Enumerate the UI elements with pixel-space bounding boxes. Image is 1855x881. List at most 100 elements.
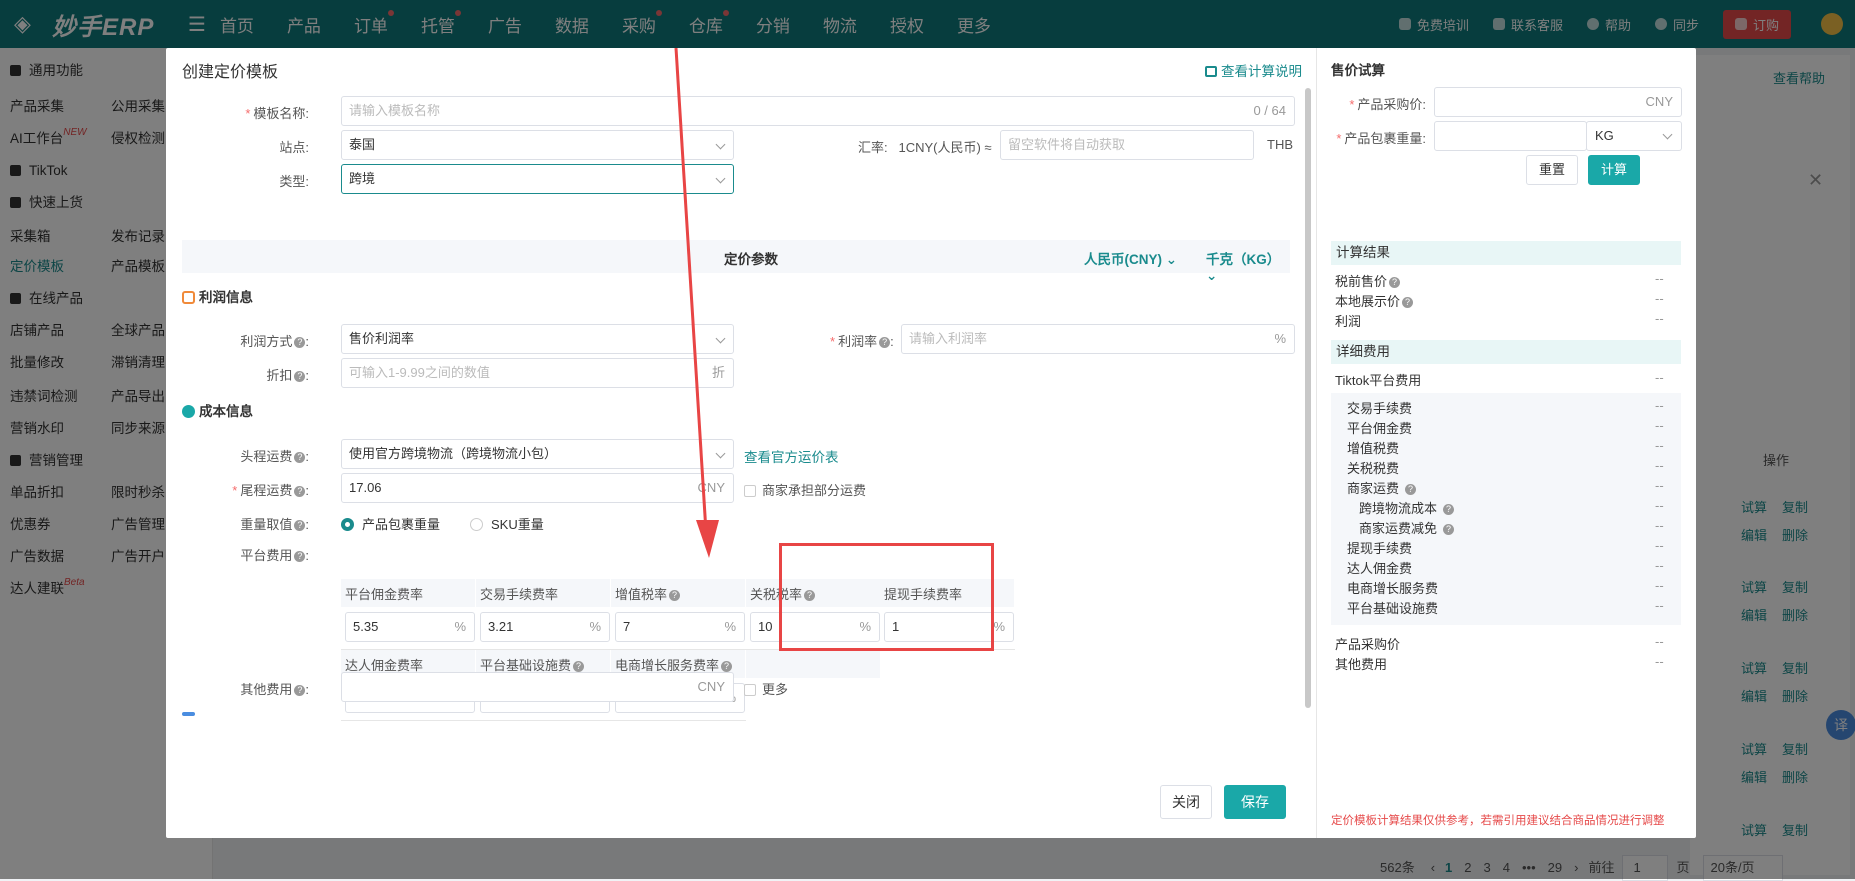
last-freight-input[interactable]: 17.06 CNY xyxy=(341,473,734,503)
detail-fee-value: -- xyxy=(1655,518,1664,533)
other-fee-input[interactable]: CNY xyxy=(341,672,734,702)
price-trial-panel: 售价试算 * 产品采购价: CNY * 产品包裹重量: KG 重置 计算 计算结果 … xyxy=(1316,48,1696,838)
weight-unit-select[interactable]: 千克（KG） ⌄ xyxy=(1206,248,1290,284)
detail-fee-label: 达人佣金费 xyxy=(1347,561,1413,576)
chevron-down-icon xyxy=(715,333,726,344)
radio-sku-weight[interactable]: SKU重量 xyxy=(470,514,544,533)
calculate-button[interactable]: 计算 xyxy=(1588,155,1640,185)
help-icon: ? xyxy=(669,590,681,601)
result-value: -- xyxy=(1655,311,1664,326)
detail-fee-value: -- xyxy=(1655,498,1664,513)
form-scrollbar[interactable] xyxy=(1305,88,1311,708)
site-label: 站点: xyxy=(279,140,309,155)
fee-input[interactable]: 7% xyxy=(615,612,745,642)
reset-button[interactable]: 重置 xyxy=(1526,155,1578,185)
detail-fee-value: -- xyxy=(1655,538,1664,553)
detail-fee-label: 跨境物流成本? xyxy=(1359,498,1455,517)
freight-table-link[interactable]: 查看官方运价表 xyxy=(744,446,839,466)
help-icon: ? xyxy=(879,337,891,348)
discount-input[interactable]: 可输入1-9.99之间的数值折 xyxy=(341,358,734,388)
help-icon: ? xyxy=(1402,297,1414,308)
exchange-rate-input[interactable]: 留空软件将自动获取 xyxy=(1000,130,1254,160)
fee-header-empty xyxy=(746,650,880,678)
profit-mode-select[interactable]: 售价利润率 xyxy=(341,324,734,354)
result-value: -- xyxy=(1655,271,1664,286)
first-freight-select[interactable]: 使用官方跨境物流（跨境物流小包） xyxy=(341,439,734,469)
template-name-label: * 模板名称: xyxy=(245,106,309,121)
clipped-section-icon xyxy=(182,712,195,716)
calc-explain-link[interactable]: 查看计算说明 xyxy=(1205,60,1302,80)
help-icon: ? xyxy=(721,661,733,672)
profit-rate-label: * 利润率?: xyxy=(830,334,894,349)
detail-fee-label: 电商增长服务费 xyxy=(1347,581,1439,596)
help-icon: ? xyxy=(294,520,306,531)
cost-icon xyxy=(182,405,195,418)
fee-header: 增值税率? xyxy=(611,579,745,607)
calc-result-header: 计算结果 xyxy=(1331,241,1681,265)
purchase-price-label: * 产品采购价: xyxy=(1349,97,1426,112)
close-button[interactable]: 关闭 xyxy=(1160,785,1212,819)
help-icon: ? xyxy=(294,337,306,348)
detail-fee-value: -- xyxy=(1655,458,1664,473)
platform-fee-total-label: Tiktok平台费用 xyxy=(1335,373,1422,388)
help-icon: ? xyxy=(294,551,306,562)
chevron-down-icon xyxy=(1662,129,1673,140)
help-icon: ? xyxy=(573,661,585,672)
fee-input[interactable]: 3.21% xyxy=(480,612,610,642)
more-fees-checkbox[interactable]: 更多 xyxy=(744,679,788,698)
chevron-down-icon xyxy=(715,173,726,184)
fee-cell: 交易手续费率 3.21% xyxy=(476,579,610,650)
detail-fee-label: 平台佣金费 xyxy=(1347,421,1413,436)
dialog-title: 创建定价模板 xyxy=(182,64,279,81)
type-label: 类型: xyxy=(279,174,309,189)
detail-fee-value: -- xyxy=(1655,398,1664,413)
fee-input[interactable]: 5.35% xyxy=(345,612,475,642)
radio-package-weight[interactable]: 产品包裹重量 xyxy=(341,514,440,533)
weight-pick-label: 重量取值?: xyxy=(240,517,309,532)
result-value: -- xyxy=(1655,291,1664,306)
tail-fee-value: -- xyxy=(1655,634,1664,649)
profit-section-title: 利润信息 xyxy=(182,286,253,306)
pricing-template-dialog: 创建定价模板 查看计算说明 * 模板名称: 请输入模板名称 0 / 64 站点: 泰… xyxy=(166,48,1696,838)
site-select[interactable]: 泰国 xyxy=(341,130,734,160)
purchase-price-input[interactable]: CNY xyxy=(1434,87,1682,117)
fee-header: 平台佣金费率 xyxy=(341,579,475,607)
result-label: 利润 xyxy=(1335,314,1362,329)
detail-fee-value: -- xyxy=(1655,598,1664,613)
detail-fee-value: -- xyxy=(1655,558,1664,573)
save-button[interactable]: 保存 xyxy=(1224,785,1286,819)
weight-unit-select[interactable]: KG xyxy=(1586,121,1682,151)
profit-icon xyxy=(182,291,195,304)
other-fee-label: 其他费用?: xyxy=(240,682,309,697)
divider xyxy=(341,720,746,721)
detail-fee-value: -- xyxy=(1655,438,1664,453)
platform-fee-total-value: -- xyxy=(1655,370,1664,385)
rate-unit: THB xyxy=(1267,137,1293,152)
result-label: 本地展示价? xyxy=(1335,291,1414,310)
package-weight-label: * 产品包裹重量: xyxy=(1336,131,1426,146)
detail-fee-label: 提现手续费 xyxy=(1347,541,1413,556)
cost-section-title: 成本信息 xyxy=(182,400,253,420)
currency-select[interactable]: 人民币(CNY) ⌄ xyxy=(1084,248,1177,268)
detail-fee-label: 商家运费减免? xyxy=(1359,518,1455,537)
template-form: 创建定价模板 查看计算说明 * 模板名称: 请输入模板名称 0 / 64 站点: 泰… xyxy=(166,48,1314,838)
platform-fee-label: 平台费用?: xyxy=(240,548,309,563)
tail-fee-value: -- xyxy=(1655,654,1664,669)
rate-label: 汇率: 1CNY(人民币) ≈ xyxy=(858,140,992,155)
result-label: 税前售价? xyxy=(1335,271,1401,290)
fee-cell: 增值税率? 7% xyxy=(611,579,745,650)
merchant-shipping-checkbox[interactable]: 商家承担部分运费 xyxy=(744,480,866,499)
type-select[interactable]: 跨境 xyxy=(341,164,734,194)
help-icon: ? xyxy=(1443,504,1455,515)
discount-label: 折扣?: xyxy=(266,368,309,383)
tail-fee-label: 产品采购价 xyxy=(1335,637,1401,652)
package-weight-input[interactable] xyxy=(1434,121,1587,151)
chevron-down-icon xyxy=(715,139,726,150)
profit-rate-input[interactable]: 请输入利润率% xyxy=(901,324,1295,354)
tail-fee-label: 其他费用 xyxy=(1335,657,1388,672)
pricing-params-header: 定价参数 人民币(CNY) ⌄ 千克（KG） ⌄ xyxy=(182,240,1290,283)
template-name-input[interactable]: 请输入模板名称 0 / 64 xyxy=(341,96,1295,126)
last-freight-label: * 尾程运费?: xyxy=(232,483,309,498)
help-icon: ? xyxy=(1389,277,1401,288)
help-icon: ? xyxy=(1405,484,1417,495)
